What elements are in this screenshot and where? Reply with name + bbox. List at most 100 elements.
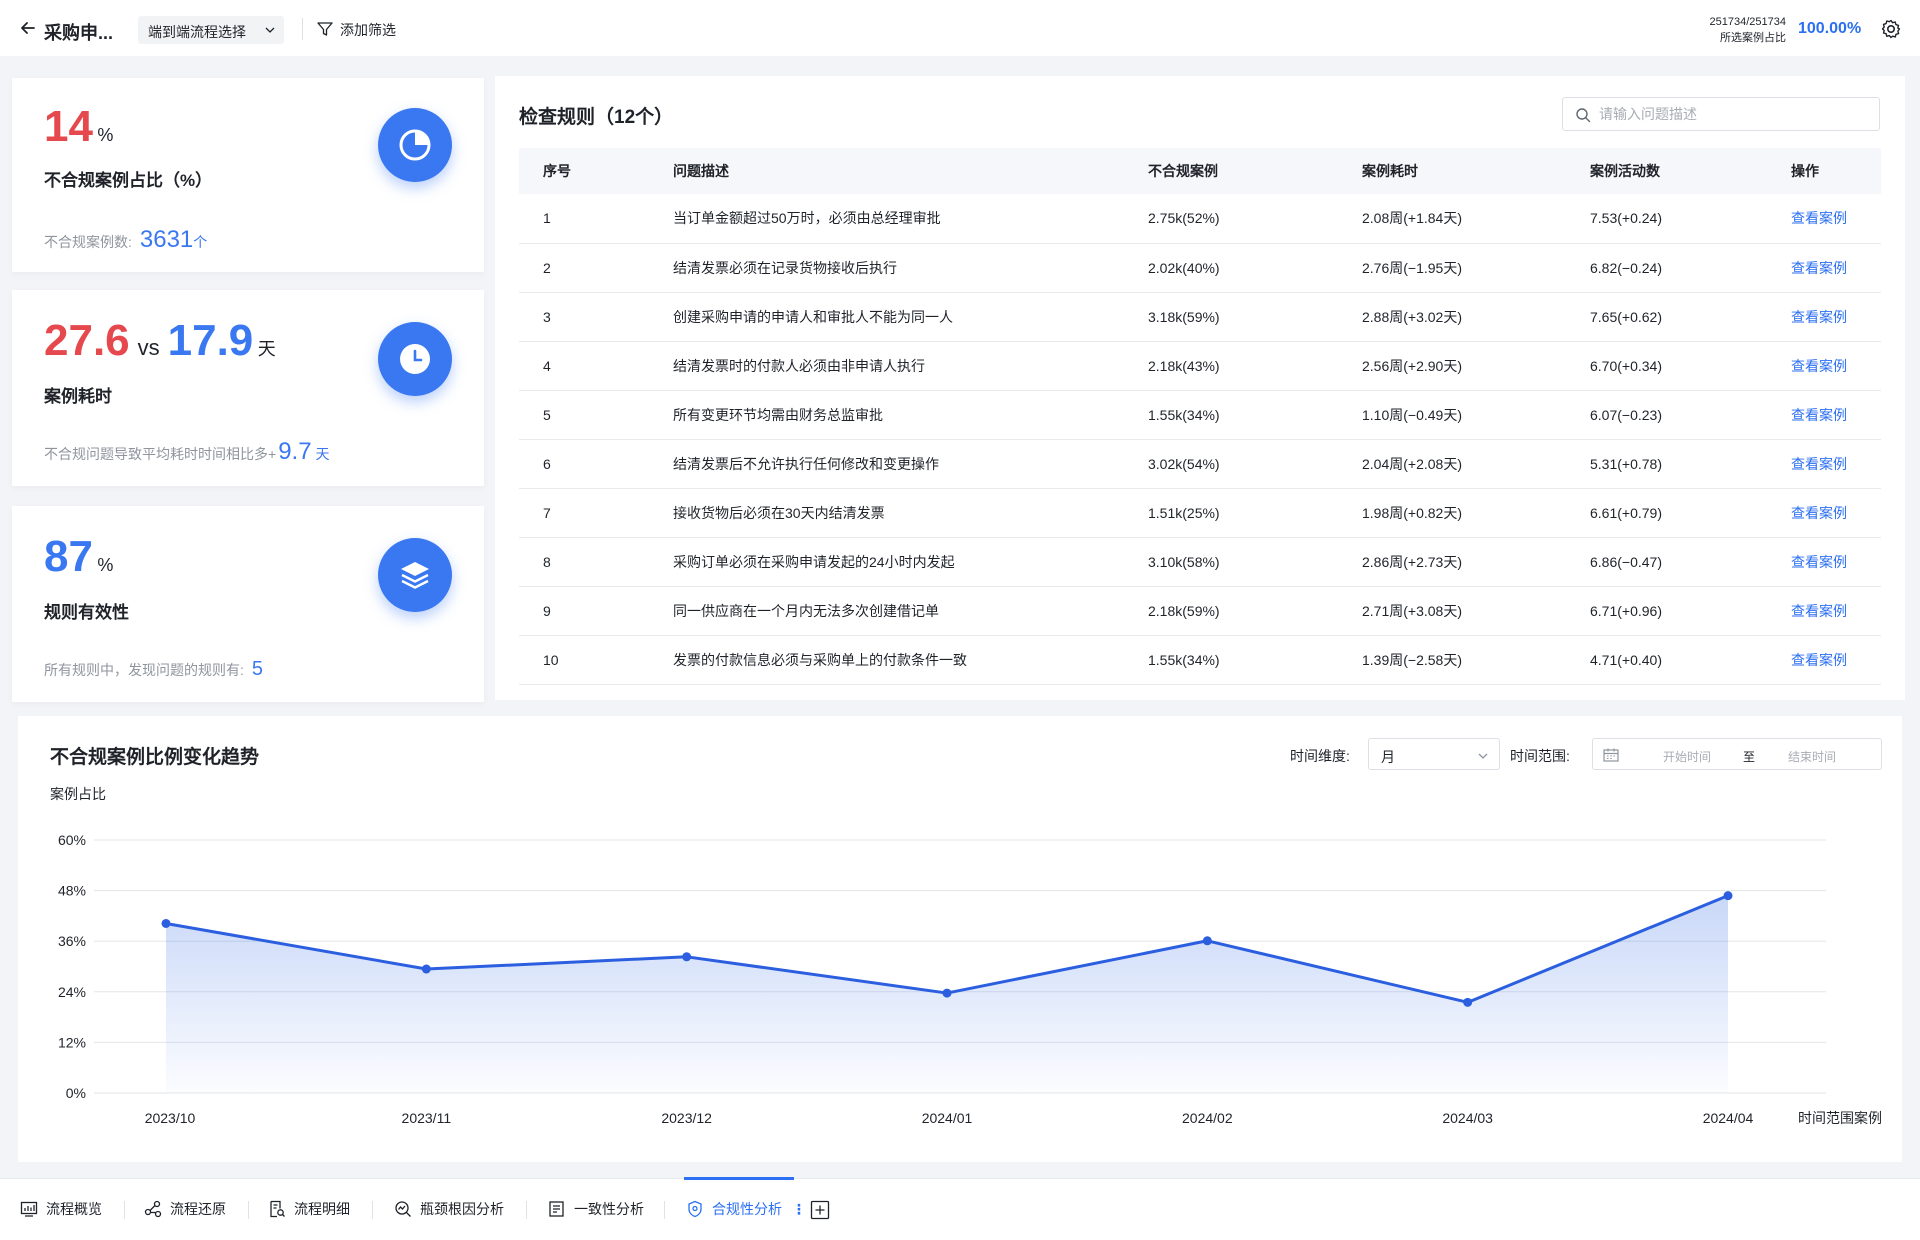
list-doc-icon: [549, 1201, 564, 1217]
add-tab-icon[interactable]: [810, 1200, 830, 1220]
y-tick-label: 36%: [58, 933, 86, 949]
table-row: 10 发票的付款信息必须与采购单上的付款条件一致 1.55k(34%) 1.39周(−…: [519, 635, 1881, 685]
case-ratio-label: 所选案例占比: [1720, 32, 1786, 44]
view-cases-link[interactable]: 查看案例: [1767, 243, 1881, 293]
tab-bottleneck-analysis[interactable]: 瓶颈根因分析: [394, 1199, 504, 1221]
cell-activities: 6.07(−0.23): [1566, 390, 1767, 440]
top-bar: 采购申... 端到端流程选择 添加筛选 251734/251734 所选案例占比…: [0, 0, 1920, 56]
page-title: 采购申...: [44, 23, 114, 43]
cell-activities: 4.71(+0.40): [1566, 635, 1767, 685]
data-point: [161, 918, 171, 928]
tab-label: 合规性分析: [712, 1201, 782, 1217]
flow-nodes-icon: [144, 1200, 162, 1218]
cell-description: 同一供应商在一个月内无法多次创建借记单: [649, 586, 1124, 636]
rules-table: 序号 问题描述 不合规案例 案例耗时 案例活动数 操作 1 当订单金额超过50万时…: [519, 148, 1881, 685]
tab-consistency-analysis[interactable]: 一致性分析: [548, 1199, 644, 1221]
kpi-foot-label: 不合规问题导致平均耗时时间相比多+: [44, 446, 277, 462]
view-cases-link[interactable]: 查看案例: [1767, 341, 1881, 391]
tab-label: 流程还原: [170, 1201, 226, 1217]
x-tick-label: 2023/10: [145, 1110, 196, 1126]
column-header-noncompliant: 不合规案例: [1124, 148, 1338, 194]
x-tick-label: 2024/04: [1703, 1110, 1754, 1126]
cell-description: 创建采购申请的申请人和审批人不能为同一人: [649, 292, 1124, 342]
tab-label: 流程概览: [46, 1201, 102, 1217]
cell-duration: 1.39周(−2.58天): [1338, 635, 1566, 685]
view-cases-link[interactable]: 查看案例: [1767, 390, 1881, 440]
case-count-block: 251734/251734 所选案例占比: [1710, 14, 1786, 46]
cell-activities: 6.70(+0.34): [1566, 341, 1767, 391]
view-cases-link[interactable]: 查看案例: [1767, 635, 1881, 685]
cell-noncompliant: 2.18k(59%): [1124, 586, 1338, 636]
tab-compliance-analysis[interactable]: 合规性分析 ⋮: [686, 1199, 806, 1221]
kpi-value-noncompliant: 27.6: [44, 316, 130, 365]
cell-noncompliant: 2.02k(40%): [1124, 243, 1338, 293]
cell-index: 4: [519, 341, 649, 391]
x-axis-label: 时间范围案例: [1798, 1110, 1882, 1126]
kpi-label: 不合规案例占比（%）: [44, 171, 213, 190]
cell-activities: 6.86(−0.47): [1566, 537, 1767, 587]
add-filter-button[interactable]: 添加筛选: [316, 20, 396, 40]
tab-divider: [248, 1201, 249, 1219]
cell-noncompliant: 2.18k(43%): [1124, 341, 1338, 391]
table-row: 5 所有变更环节均需由财务总监审批 1.55k(34%) 1.10周(−0.49天) 6…: [519, 390, 1881, 440]
cell-description: 所有变更环节均需由财务总监审批: [649, 390, 1124, 440]
gear-icon[interactable]: [1880, 18, 1902, 40]
cell-description: 结清发票后不允许执行任何修改和变更操作: [649, 439, 1124, 489]
cell-noncompliant: 1.55k(34%): [1124, 635, 1338, 685]
tab-divider: [372, 1201, 373, 1219]
cell-description: 当订单金额超过50万时，必须由总经理审批: [649, 194, 1124, 244]
table-row: 8 采购订单必须在采购申请发起的24小时内发起 3.10k(58%) 2.86周(+2…: [519, 537, 1881, 587]
view-cases-link[interactable]: 查看案例: [1767, 439, 1881, 489]
tab-process-detail[interactable]: 流程明细: [268, 1199, 350, 1221]
cell-noncompliant: 3.02k(54%): [1124, 439, 1338, 489]
cell-activities: 6.71(+0.96): [1566, 586, 1767, 636]
kpi-foot-value: 9.7: [278, 438, 312, 465]
data-point: [942, 988, 952, 998]
cell-noncompliant: 2.75k(52%): [1124, 194, 1338, 244]
flow-select[interactable]: 端到端流程选择: [138, 16, 284, 44]
rules-table-body: 1 当订单金额超过50万时，必须由总经理审批 2.75k(52%) 2.08周(+1.…: [519, 194, 1881, 685]
rule-search-input[interactable]: [1599, 104, 1869, 124]
cell-index: 1: [519, 194, 649, 244]
kpi-value: 87: [44, 532, 93, 581]
view-cases-link[interactable]: 查看案例: [1767, 537, 1881, 587]
kpi-value-compliant: 17.9: [167, 316, 254, 365]
divider: [302, 18, 303, 40]
cell-noncompliant: 1.55k(34%): [1124, 390, 1338, 440]
tab-process-restore[interactable]: 流程还原: [144, 1199, 226, 1221]
table-row: 7 接收货物后必须在30天内结清发票 1.51k(25%) 1.98周(+0.82天)…: [519, 488, 1881, 538]
column-header-activities: 案例活动数: [1566, 148, 1767, 194]
kpi-foot: 不合规问题导致平均耗时时间相比多+9.7 天: [44, 438, 329, 466]
tab-more-icon[interactable]: ⋮: [792, 1201, 806, 1217]
cell-index: 5: [519, 390, 649, 440]
cell-activities: 6.82(−0.24): [1566, 243, 1767, 293]
view-cases-link[interactable]: 查看案例: [1767, 194, 1881, 244]
cell-description: 采购订单必须在采购申请发起的24小时内发起: [649, 537, 1124, 587]
x-tick-label: 2024/02: [1182, 1110, 1233, 1126]
kpi-foot-value: 5: [251, 658, 264, 680]
tab-process-overview[interactable]: 流程概览: [20, 1199, 102, 1221]
view-cases-link[interactable]: 查看案例: [1767, 488, 1881, 538]
x-tick-label: 2023/11: [402, 1110, 452, 1126]
y-tick-label: 60%: [58, 832, 86, 848]
kpi-value-row: 87 %: [44, 532, 113, 582]
table-row: 9 同一供应商在一个月内无法多次创建借记单 2.18k(59%) 2.71周(+3.0…: [519, 586, 1881, 636]
back-arrow-icon[interactable]: [18, 18, 38, 38]
rules-title: 检查规则（12个）: [519, 107, 674, 128]
tab-divider: [526, 1201, 527, 1219]
data-point: [1463, 997, 1473, 1007]
view-cases-link[interactable]: 查看案例: [1767, 292, 1881, 342]
tab-label: 一致性分析: [574, 1201, 644, 1217]
table-row: 2 结清发票必须在记录货物接收后执行 2.02k(40%) 2.76周(−1.95天)…: [519, 243, 1881, 293]
pie-chart-icon: [378, 108, 452, 182]
kpi-unit: 天: [257, 339, 276, 359]
cell-activities: 5.31(+0.78): [1566, 439, 1767, 489]
view-cases-link[interactable]: 查看案例: [1767, 586, 1881, 636]
x-tick-label: 2023/12: [661, 1110, 712, 1126]
kpi-foot-label: 不合规案例数:: [44, 234, 132, 250]
table-row: 6 结清发票后不允许执行任何修改和变更操作 3.02k(54%) 2.04周(+2.0…: [519, 439, 1881, 489]
kpi-value-row: 27.6 vs 17.9 天: [44, 316, 276, 366]
column-header-description: 问题描述: [649, 148, 1124, 194]
cell-description: 结清发票时的付款人必须由非申请人执行: [649, 341, 1124, 391]
tab-divider: [664, 1201, 665, 1219]
